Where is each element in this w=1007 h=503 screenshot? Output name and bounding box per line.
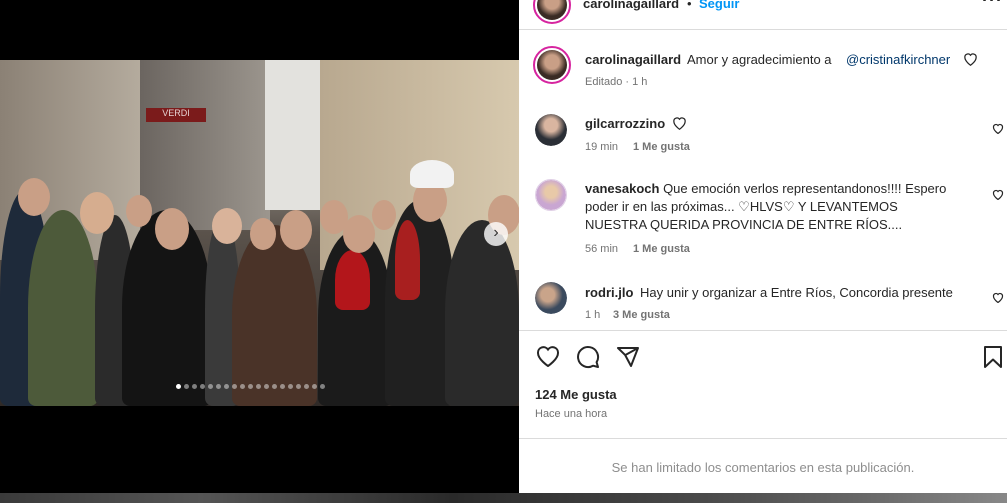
carousel-dot [288, 384, 293, 389]
comment-username[interactable]: vanesakoch [585, 181, 659, 196]
comment-text: Hay unir y organizar a Entre Ríos, Conco… [640, 285, 953, 300]
crowd-of-people [0, 150, 519, 406]
person [28, 210, 98, 406]
like-comment-heart-icon[interactable] [992, 189, 1004, 200]
carousel-dot [232, 384, 237, 389]
face [372, 200, 396, 230]
comment-likes[interactable]: 3 Me gusta [613, 309, 670, 321]
comment-username[interactable]: rodri.jlo [585, 285, 633, 300]
bucket-hat [410, 160, 454, 188]
comment-text-line: NUESTRA QUERIDA PROVINCIA DE ENTRE RÍOS.… [585, 217, 903, 232]
carousel-dot [272, 384, 277, 389]
carousel-dot [312, 384, 317, 389]
instagram-post-view: VERDI › carolinagaillard • Seguir ··· ca… [0, 0, 1007, 503]
divider [519, 29, 1007, 30]
post-details-panel: carolinagaillard • Seguir ··· carolinaga… [519, 0, 1007, 493]
face [343, 215, 375, 253]
divider [519, 438, 1007, 439]
comment-time: 56 min [585, 243, 619, 255]
comment-likes[interactable]: 1 Me gusta [633, 141, 690, 153]
carousel-dot [248, 384, 253, 389]
divider [519, 330, 1007, 331]
post-time[interactable]: Hace una hora [535, 408, 607, 420]
carousel-dot [264, 384, 269, 389]
caption-username[interactable]: carolinagaillard [585, 52, 681, 67]
comment-body: vanesakoch Que emoción verlos representa… [585, 180, 985, 234]
carousel-dot [184, 384, 189, 389]
post-photo[interactable]: VERDI › [0, 60, 519, 406]
face [80, 192, 114, 234]
shop-sign: VERDI [146, 108, 206, 122]
carousel-dot [208, 384, 213, 389]
author-avatar[interactable] [533, 0, 571, 24]
caption-edited-time: Editado · 1 h [585, 76, 648, 88]
face [126, 195, 152, 227]
carousel-next-button[interactable]: › [484, 222, 508, 246]
face [280, 210, 312, 250]
carousel-pager [176, 384, 325, 389]
mention-link[interactable]: @cristinafkirchner [846, 52, 950, 67]
face [212, 208, 242, 244]
comment-text-line: Que emoción verlos representandonos!!!! … [663, 181, 947, 196]
like-comment-heart-icon[interactable] [992, 123, 1004, 134]
carousel-dot [216, 384, 221, 389]
carousel-dot [224, 384, 229, 389]
carousel-dot [304, 384, 309, 389]
person [395, 220, 420, 300]
carousel-dot [320, 384, 325, 389]
author-username[interactable]: carolinagaillard [583, 0, 679, 11]
post-media-area: VERDI › [0, 0, 519, 503]
comment-avatar[interactable] [535, 114, 567, 146]
person [445, 220, 519, 406]
comment-text-line: poder ir en las próximas... ♡HLVS♡ Y LEV… [585, 199, 898, 214]
carousel-dot [192, 384, 197, 389]
header-separator: • [687, 0, 692, 11]
bookmark-icon[interactable] [982, 345, 1004, 369]
carousel-dot [240, 384, 245, 389]
comment-icon[interactable] [576, 345, 600, 369]
comment-time: 19 min [585, 141, 619, 153]
person [232, 225, 317, 406]
background-strip [0, 493, 1007, 503]
send-icon[interactable] [616, 345, 640, 369]
caption-text: Amor y agradecimiento a [687, 52, 832, 67]
likes-count[interactable]: 124 Me gusta [535, 387, 617, 402]
comment-avatar[interactable] [535, 282, 567, 314]
heart-icon[interactable] [536, 345, 560, 367]
heart-icon[interactable] [963, 52, 978, 66]
more-horizontal-icon[interactable]: ··· [982, 0, 1003, 11]
like-comment-heart-icon[interactable] [992, 292, 1004, 303]
carousel-dot [176, 384, 181, 389]
carousel-dot [296, 384, 301, 389]
comments-limited-notice: Se han limitado los comentarios en esta … [611, 460, 915, 475]
comment-time: 1 h [585, 309, 601, 321]
follow-button[interactable]: Seguir [699, 0, 739, 11]
person [335, 250, 370, 310]
carousel-dot [200, 384, 205, 389]
comment-username[interactable]: gilcarrozzino [585, 116, 665, 131]
face [250, 218, 276, 250]
comment-likes[interactable]: 1 Me gusta [633, 243, 690, 255]
carousel-dot [280, 384, 285, 389]
caption-avatar[interactable] [533, 46, 571, 84]
face [18, 178, 50, 216]
comment-avatar[interactable] [535, 179, 567, 211]
face [155, 208, 189, 250]
carousel-dot [256, 384, 261, 389]
heart-icon[interactable] [672, 116, 687, 130]
